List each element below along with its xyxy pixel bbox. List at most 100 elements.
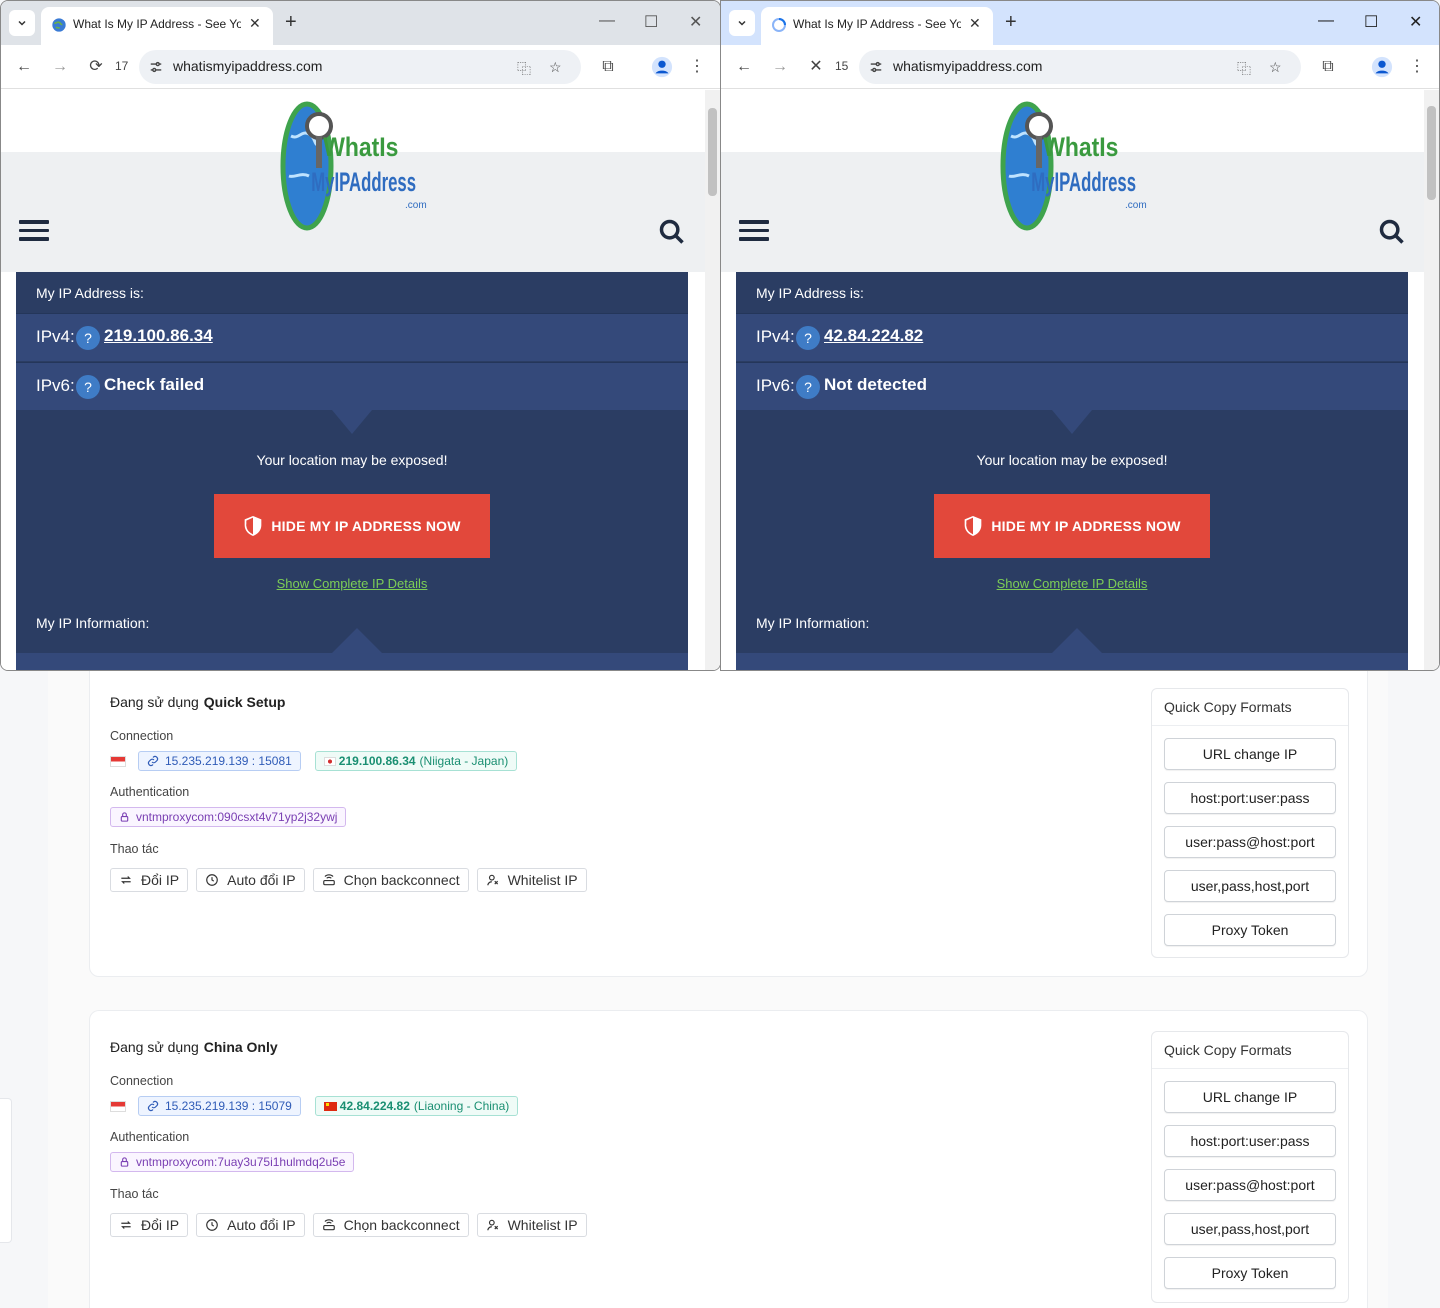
copy-proxy-token-button[interactable]: Proxy Token: [1164, 914, 1336, 946]
ip-information-label: My IP Information:: [756, 615, 870, 631]
maximize-button[interactable]: ☐: [644, 12, 658, 32]
action-label: Đổi IP: [141, 872, 180, 888]
copy-url-change-ip-button[interactable]: URL change IP: [1164, 738, 1336, 770]
hide-ip-button[interactable]: HIDE MY IP ADDRESS NOW: [214, 494, 490, 558]
maximize-button[interactable]: ☐: [1364, 12, 1378, 32]
exposed-warning: Your location may be exposed!: [256, 452, 448, 468]
profile-avatar-icon[interactable]: [651, 56, 673, 78]
close-tab-icon[interactable]: ✕: [249, 15, 261, 32]
choose-backconnect-button[interactable]: Chọn backconnect: [312, 868, 469, 892]
new-tab-button[interactable]: +: [1005, 11, 1017, 33]
copy-host-port-user-pass-button[interactable]: host:port:user:pass: [1164, 782, 1336, 814]
translate-icon[interactable]: ⿻: [1237, 59, 1255, 77]
endpoint-chip[interactable]: 15.235.219.139 : 15079: [138, 1096, 301, 1116]
help-question-icon[interactable]: ?: [76, 326, 100, 350]
link-icon: [147, 1100, 159, 1112]
user-shield-icon: [486, 874, 498, 886]
close-window-button[interactable]: ✕: [1409, 12, 1422, 32]
back-button[interactable]: ←: [734, 57, 754, 77]
close-tab-icon[interactable]: ✕: [969, 15, 981, 32]
scrollbar[interactable]: [1424, 90, 1439, 670]
stop-loading-button[interactable]: ✕: [806, 57, 826, 77]
copy-user-pass-host-port-csv-button[interactable]: user,pass,host,port: [1164, 870, 1336, 902]
choose-backconnect-button[interactable]: Chọn backconnect: [312, 1213, 469, 1237]
minimize-button[interactable]: —: [1318, 12, 1334, 30]
bookmark-star-icon[interactable]: ☆: [1269, 59, 1287, 75]
auth-chip[interactable]: vntmproxycom:090csxt4v71yp2j32ywj: [110, 807, 347, 827]
scrollbar[interactable]: [705, 90, 720, 670]
close-window-button[interactable]: ✕: [689, 12, 702, 32]
ipv4-row: IPv4: ? 42.84.224.82: [736, 313, 1408, 361]
tab-search-button[interactable]: [729, 10, 755, 36]
address-bar[interactable]: whatismyipaddress.com ⿻ ☆: [859, 50, 1301, 84]
lock-icon: [120, 812, 129, 822]
actions-label: Thao tác: [110, 1187, 159, 1201]
copy-host-port-user-pass-button[interactable]: host:port:user:pass: [1164, 1125, 1336, 1157]
site-logo[interactable]: WhatIs MyIPAddress .com: [279, 96, 429, 236]
browser-toolbar: ← → ✕ 15 whatismyipaddress.com ⿻ ☆ ⧉ ⋮: [721, 45, 1439, 89]
copy-user-pass-host-port-csv-button[interactable]: user,pass,host,port: [1164, 1213, 1336, 1245]
ip-information-label: My IP Information:: [36, 615, 150, 631]
site-settings-icon[interactable]: [149, 60, 163, 74]
show-ip-details-link[interactable]: Show Complete IP Details: [736, 576, 1408, 591]
clock-icon: [206, 874, 218, 886]
shield-icon: [965, 516, 982, 536]
scrollbar-thumb[interactable]: [1427, 106, 1436, 200]
search-icon[interactable]: [658, 218, 686, 246]
change-ip-button[interactable]: Đổi IP: [110, 868, 189, 892]
forward-button[interactable]: →: [50, 57, 70, 77]
help-question-icon[interactable]: ?: [76, 375, 100, 399]
copy-url-change-ip-button[interactable]: URL change IP: [1164, 1081, 1336, 1113]
exit-ip-chip: 42.84.224.82 (Liaoning - China): [314, 1096, 519, 1116]
back-button[interactable]: ←: [14, 57, 34, 77]
browser-tab[interactable]: What Is My IP Address - See Yo ✕: [41, 7, 273, 45]
collapsed-side-panel[interactable]: [0, 1098, 12, 1243]
hamburger-menu-icon[interactable]: [19, 220, 49, 242]
singapore-flag-icon: [110, 755, 126, 767]
more-menu-icon[interactable]: ⋮: [687, 57, 707, 77]
endpoint-chip[interactable]: 15.235.219.139 : 15081: [138, 751, 301, 771]
help-question-icon[interactable]: ?: [796, 326, 820, 350]
minimize-button[interactable]: —: [599, 12, 615, 30]
ipv4-value-link[interactable]: 219.100.86.34: [104, 326, 213, 346]
quick-copy-title: Quick Copy Formats: [1152, 1032, 1348, 1069]
copy-user-pass-at-host-port-button[interactable]: user:pass@host:port: [1164, 1169, 1336, 1201]
using-plan: Đang sử dụng Quick Setup: [110, 694, 285, 710]
scrollbar-thumb[interactable]: [708, 108, 717, 196]
extensions-puzzle-icon[interactable]: ⧉: [598, 57, 618, 77]
hide-ip-button[interactable]: HIDE MY IP ADDRESS NOW: [934, 494, 1210, 558]
exit-ip: 42.84.224.82: [339, 1099, 410, 1113]
new-tab-button[interactable]: +: [285, 11, 297, 33]
help-question-icon[interactable]: ?: [796, 375, 820, 399]
ipv6-row: IPv6: ? Check failed: [16, 362, 688, 410]
bookmark-star-icon[interactable]: ☆: [549, 59, 567, 75]
globe-favicon-icon: [52, 18, 66, 32]
change-ip-button[interactable]: Đổi IP: [110, 1213, 189, 1237]
profile-avatar-icon[interactable]: [1371, 56, 1393, 78]
hamburger-menu-icon[interactable]: [739, 220, 769, 242]
whitelist-ip-button[interactable]: Whitelist IP: [476, 1213, 587, 1237]
address-bar[interactable]: whatismyipaddress.com ⿻ ☆: [139, 50, 581, 84]
copy-proxy-token-button[interactable]: Proxy Token: [1164, 1257, 1336, 1289]
url-text: whatismyipaddress.com: [893, 58, 1043, 74]
site-settings-icon[interactable]: [869, 60, 883, 74]
auth-text: vntmproxycom:7uay3u75i1hulmdq2u5e: [136, 1155, 346, 1169]
more-menu-icon[interactable]: ⋮: [1407, 57, 1427, 77]
show-ip-details-link[interactable]: Show Complete IP Details: [16, 576, 688, 591]
browser-tab[interactable]: What Is My IP Address - See Yo ✕: [761, 7, 993, 45]
tab-search-button[interactable]: [9, 10, 35, 36]
copy-user-pass-at-host-port-button[interactable]: user:pass@host:port: [1164, 826, 1336, 858]
search-icon[interactable]: [1378, 218, 1406, 246]
reload-button[interactable]: ⟳: [86, 57, 106, 77]
whitelist-ip-button[interactable]: Whitelist IP: [476, 868, 587, 892]
url-text: whatismyipaddress.com: [173, 58, 323, 74]
forward-button[interactable]: →: [770, 57, 790, 77]
ipv4-value-link[interactable]: 42.84.224.82: [824, 326, 923, 346]
auto-change-ip-button[interactable]: Auto đổi IP: [196, 1213, 305, 1237]
site-logo[interactable]: WhatIs MyIPAddress .com: [999, 96, 1149, 236]
extensions-puzzle-icon[interactable]: ⧉: [1318, 57, 1338, 77]
logo-line3: .com: [1125, 200, 1147, 211]
auto-change-ip-button[interactable]: Auto đổi IP: [196, 868, 305, 892]
auth-chip[interactable]: vntmproxycom:7uay3u75i1hulmdq2u5e: [110, 1152, 355, 1172]
translate-icon[interactable]: ⿻: [517, 59, 535, 77]
